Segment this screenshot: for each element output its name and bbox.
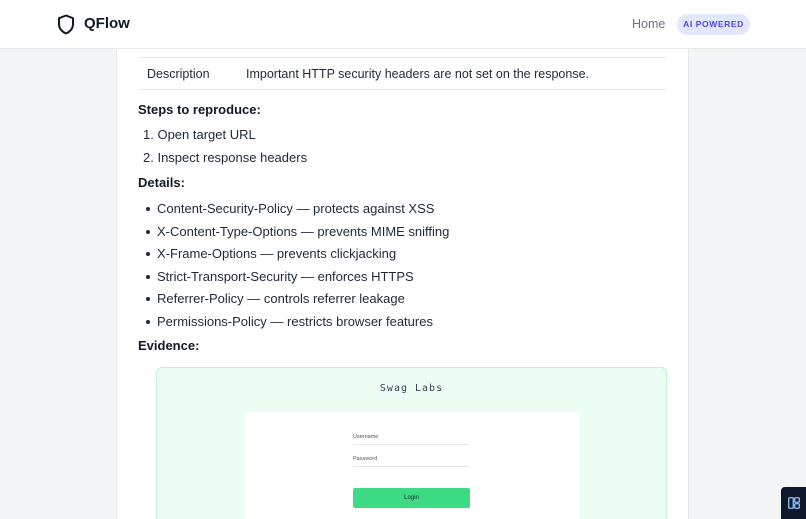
description-value: Important HTTP security headers are not …: [246, 67, 589, 81]
list-item: Open target URL: [157, 127, 307, 150]
screenshot-login-card: Username Password Login: [245, 412, 579, 519]
screenshot-login-button: Login: [353, 488, 470, 508]
evidence-screenshot[interactable]: Swag Labs Username Password Login: [156, 367, 667, 519]
steps-list: Open target URL Inspect response headers: [157, 127, 307, 172]
nav-home-link[interactable]: Home: [632, 17, 665, 31]
list-item: X-Frame-Options — prevents clickjacking: [145, 246, 449, 269]
list-item: X-Content-Type-Options — prevents MIME s…: [145, 224, 449, 247]
screenshot-username-field: [353, 444, 469, 445]
table-row-description: Description Important HTTP security head…: [138, 59, 667, 90]
layout-grid-icon: [788, 497, 800, 509]
list-item: Strict-Transport-Security — enforces HTT…: [145, 269, 449, 292]
list-item: Permissions-Policy — restricts browser f…: [145, 314, 449, 337]
screenshot-password-label: Password: [353, 456, 378, 462]
list-item: Referrer-Policy — controls referrer leak…: [145, 291, 449, 314]
brand-name[interactable]: QFlow: [84, 15, 130, 32]
ai-powered-badge: AI POWERED: [677, 14, 750, 35]
screenshot-title: Swag Labs: [379, 383, 444, 394]
top-header: QFlow Home AI POWERED: [0, 0, 806, 49]
screenshot-password-field: [353, 466, 469, 467]
list-item: Inspect response headers: [157, 150, 307, 173]
description-key: Description: [147, 67, 210, 81]
list-item: Content-Security-Policy — protects again…: [145, 201, 449, 224]
screenshot-username-label: Username: [353, 434, 379, 440]
shield-icon: [58, 14, 74, 35]
steps-heading: Steps to reproduce:: [138, 102, 261, 117]
details-heading: Details:: [138, 175, 185, 190]
layout-toggle-button[interactable]: [781, 487, 806, 519]
evidence-heading: Evidence:: [138, 338, 200, 353]
details-list: Content-Security-Policy — protects again…: [145, 201, 449, 337]
